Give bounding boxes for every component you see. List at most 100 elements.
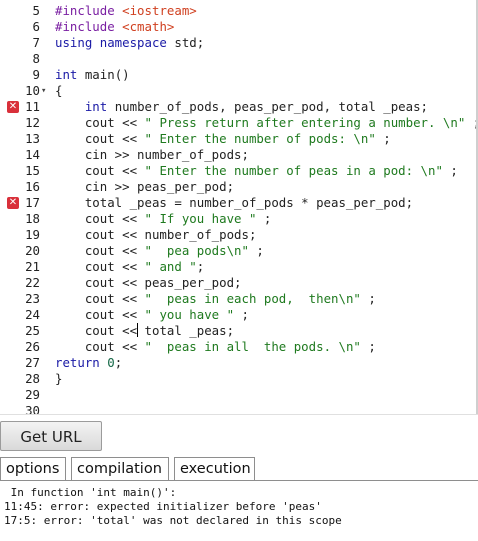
code-token: " and "	[144, 259, 197, 274]
error-icon[interactable]: ✕	[7, 197, 19, 209]
line-number-text: 5	[32, 3, 40, 18]
editor-divider	[0, 414, 478, 415]
line-number: 12	[0, 115, 40, 131]
line-number: 22	[0, 275, 40, 291]
tab-options[interactable]: options	[0, 457, 66, 481]
line-number-text: 20	[25, 243, 40, 258]
code-text: cout << " If you have " ;	[55, 211, 272, 227]
code-text: cout << total _peas;	[55, 323, 234, 339]
code-token: }	[55, 371, 63, 386]
code-text: int main()	[55, 67, 130, 83]
tab-compilation[interactable]: compilation	[71, 457, 169, 481]
code-text: cout << " Enter the number of pods: \n" …	[55, 131, 391, 147]
code-token: " you have "	[144, 307, 235, 322]
code-line[interactable]: 20 cout << " pea pods\n" ;	[0, 243, 478, 259]
code-line[interactable]: 25 cout << total _peas;	[0, 323, 478, 339]
line-number: 9	[0, 67, 40, 83]
code-line[interactable]: 12 cout << " Press return after entering…	[0, 115, 478, 131]
code-line[interactable]: 23 cout << " peas in each pod, then\n" ;	[0, 291, 478, 307]
line-number-text: 17	[25, 195, 40, 210]
code-line[interactable]: 24 cout << " you have " ;	[0, 307, 478, 323]
code-token: main()	[77, 67, 130, 82]
code-token: ;	[196, 259, 205, 274]
line-number-text: 10	[25, 83, 40, 98]
code-token: cout << peas_per_pod;	[55, 275, 242, 290]
fold-chevron-icon[interactable]: ▾	[41, 83, 46, 99]
code-line[interactable]: 11 ✕ int number_of_pods, peas_per_pod, to…	[0, 99, 478, 115]
code-token: cout <<	[55, 339, 145, 354]
code-line[interactable]: 9 int main()	[0, 67, 478, 83]
code-token: " peas in each pod, then\n"	[144, 291, 361, 306]
code-token: ;	[360, 291, 376, 306]
line-number: 27	[0, 355, 40, 371]
code-line[interactable]: 26 cout << " peas in all the pods. \n" ;	[0, 339, 478, 355]
code-line[interactable]: 21 cout << " and ";	[0, 259, 478, 275]
code-line[interactable]: 5 #include <iostream>	[0, 3, 478, 19]
line-number-text: 11	[25, 99, 40, 114]
get-url-button[interactable]: Get URL	[0, 421, 102, 451]
code-line[interactable]: 18 cout << " If you have " ;	[0, 211, 478, 227]
line-number-text: 26	[25, 339, 40, 354]
error-icon[interactable]: ✕	[7, 101, 19, 113]
code-token: cout <<	[55, 323, 138, 338]
code-line[interactable]: 14 cin >> number_of_pods;	[0, 147, 478, 163]
line-number: 10	[0, 83, 40, 99]
code-line[interactable]: 22 cout << peas_per_pod;	[0, 275, 478, 291]
code-token: 0	[107, 355, 115, 370]
code-token: " Enter the number of pods: \n"	[144, 131, 376, 146]
code-editor[interactable]: 5 #include <iostream> 6 #include <cmath> 7 us…	[0, 0, 478, 414]
line-number: 29	[0, 387, 40, 403]
compiler-output: In function 'int main()': 11:45: error: …	[0, 481, 478, 541]
code-line[interactable]: 16 cin >> peas_per_pod;	[0, 179, 478, 195]
line-number: 15	[0, 163, 40, 179]
line-number: 11	[0, 99, 40, 115]
code-token: std;	[166, 35, 205, 50]
line-number: 16	[0, 179, 40, 195]
code-text: #include <cmath>	[55, 19, 174, 35]
code-line[interactable]: 15 cout << " Enter the number of peas in…	[0, 163, 478, 179]
code-text: cin >> peas_per_pod;	[55, 179, 234, 195]
code-line[interactable]: 29	[0, 387, 478, 403]
code-token: int	[55, 67, 78, 82]
code-token: ;	[114, 355, 123, 370]
line-number-text: 15	[25, 163, 40, 178]
code-text: #include <iostream>	[55, 3, 197, 19]
code-token: " Enter the number of peas in a pod: \n"	[144, 163, 443, 178]
code-line[interactable]: 6 #include <cmath>	[0, 19, 478, 35]
code-line[interactable]: 19 cout << number_of_pods;	[0, 227, 478, 243]
code-line[interactable]: 27 return 0;	[0, 355, 478, 371]
code-token: cout << number_of_pods;	[55, 227, 257, 242]
code-text: return 0;	[55, 355, 122, 371]
code-line[interactable]: 30	[0, 403, 478, 414]
code-text: cout << " Enter the number of peas in a …	[55, 163, 458, 179]
code-token: cout <<	[55, 115, 145, 130]
code-text: cout << " you have " ;	[55, 307, 249, 323]
line-number-text: 8	[32, 51, 40, 66]
line-number: 18	[0, 211, 40, 227]
code-token: " peas in all the pods. \n"	[144, 339, 361, 354]
tab-execution[interactable]: execution	[174, 457, 255, 481]
code-text: using namespace std;	[55, 35, 204, 51]
line-number-text: 29	[25, 387, 40, 402]
code-token: ;	[375, 131, 391, 146]
line-number: 7	[0, 35, 40, 51]
line-number: 6	[0, 19, 40, 35]
code-line[interactable]: 8	[0, 51, 478, 67]
code-line[interactable]: 13 cout << " Enter the number of pods: \…	[0, 131, 478, 147]
code-line[interactable]: 17 ✕ total _peas = number_of_pods * peas_…	[0, 195, 478, 211]
code-line[interactable]: 7 using namespace std;	[0, 35, 478, 51]
code-token: cout <<	[55, 243, 145, 258]
code-line[interactable]: 28}	[0, 371, 478, 387]
code-line[interactable]: 10 ▾ {	[0, 83, 478, 99]
line-number-text: 7	[32, 35, 40, 50]
line-number-text: 16	[25, 179, 40, 194]
code-token: <iostream>	[122, 3, 197, 18]
line-number-text: 30	[25, 403, 40, 414]
code-token: <cmath>	[122, 19, 175, 34]
line-number: 14	[0, 147, 40, 163]
line-number: 13	[0, 131, 40, 147]
code-text: cout << " peas in each pod, then\n" ;	[55, 291, 376, 307]
line-number: 30	[0, 403, 40, 414]
code-text: cout << " peas in all the pods. \n" ;	[55, 339, 376, 355]
line-number: 21	[0, 259, 40, 275]
